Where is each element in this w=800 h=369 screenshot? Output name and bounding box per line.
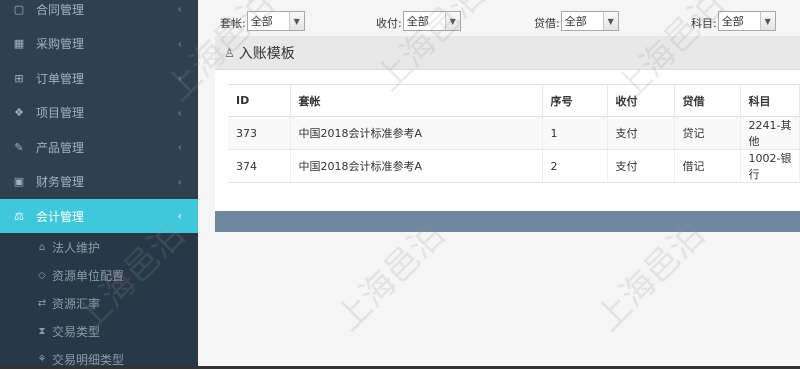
diamond-icon: ◇: [38, 269, 46, 281]
filter-label: 收付:: [376, 17, 402, 30]
panel-footer-bar: [215, 211, 800, 232]
chevron-left-icon: ‹: [177, 37, 182, 51]
sidebar-item-label: 产品管理: [36, 140, 85, 155]
sidebar-item-project[interactable]: ❖ 项目管理 ‹: [0, 96, 198, 131]
sidebar-item-label: 会计管理: [36, 209, 85, 224]
bank-icon: ⌂: [38, 241, 46, 253]
panel-title: 入账模板: [238, 45, 295, 62]
edit-icon: ✎: [14, 140, 24, 154]
cell-debit-credit: 借记: [674, 149, 741, 183]
account-set-select[interactable]: 全部 ▼: [246, 11, 305, 31]
sidebar-subitem-resource-unit[interactable]: ◇ 资源单位配置: [0, 261, 198, 289]
sidebar-subitem-label: 交易明细类型: [52, 352, 125, 367]
posting-template-panel: ♙ 入账模板 ID 套帐 序号 收付 贷借 科目 373 中国2018会计标准参…: [215, 36, 800, 232]
cell-id: 374: [228, 149, 291, 183]
sidebar-item-purchase[interactable]: ▦ 采购管理 ‹: [0, 27, 198, 62]
chevron-down-icon: ▼: [288, 12, 304, 30]
main-content: 套帐: 全部 ▼ 收付: 全部 ▼ 贷借: 全部 ▼ 科目: 全部 ▼ ♙ 入账…: [198, 0, 800, 369]
select-value: 全部: [564, 15, 587, 28]
chevron-left-icon: ‹: [177, 2, 182, 16]
cubes-icon: ❖: [14, 106, 24, 120]
chevron-down-icon: ▼: [602, 12, 618, 30]
filter-debit-credit: 贷借: 全部 ▼: [534, 11, 619, 31]
cell-id: 373: [228, 116, 291, 150]
filter-account-set: 套帐: 全部 ▼: [220, 11, 305, 31]
cell-payment: 支付: [607, 149, 675, 183]
panel-header: ♙ 入账模板: [215, 36, 800, 70]
column-header-payment[interactable]: 收付: [607, 84, 675, 117]
cell-account-set: 中国2018会计标准参考A: [290, 116, 543, 150]
cell-payment: 支付: [607, 116, 675, 150]
sidebar-item-contract[interactable]: ▢ 合同管理 ‹: [0, 0, 198, 27]
table-row[interactable]: 374 中国2018会计标准参考A 2 支付 借记 1002-银行: [228, 149, 800, 183]
sidebar-item-label: 采购管理: [36, 37, 85, 52]
chevron-left-icon: ‹: [177, 140, 182, 154]
sidebar-subitem-label: 资源汇率: [52, 296, 101, 311]
filter-subject: 科目: 全部 ▼: [691, 11, 776, 31]
exchange-icon: ⇄: [37, 297, 47, 309]
column-header-subject[interactable]: 科目: [740, 84, 800, 117]
cell-debit-credit: 贷记: [674, 116, 741, 150]
cell-sequence: 1: [542, 116, 608, 150]
payment-select[interactable]: 全部 ▼: [402, 11, 461, 31]
chevron-down-icon: ▼: [759, 12, 775, 30]
hourglass-icon: ⧗: [38, 325, 46, 337]
sidebar-item-label: 合同管理: [36, 2, 85, 17]
chevron-left-icon: ‹: [177, 209, 182, 223]
select-value: 全部: [721, 15, 744, 28]
cell-account-set: 中国2018会计标准参考A: [290, 149, 543, 183]
chevron-left-icon: ‹: [177, 175, 182, 189]
sidebar-item-product[interactable]: ✎ 产品管理 ‹: [0, 130, 198, 165]
chevron-left-icon: ‹: [177, 71, 182, 85]
debit-credit-select[interactable]: 全部 ▼: [560, 11, 619, 31]
app-window: ▢ 合同管理 ‹ ▦ 采购管理 ‹ ⊞ 订单管理 ‹ ❖ 项目管理 ‹ ✎ 产品…: [0, 0, 800, 369]
column-header-account-set[interactable]: 套帐: [290, 84, 543, 117]
column-header-debit-credit[interactable]: 贷借: [674, 84, 741, 117]
filter-label: 贷借:: [534, 17, 560, 30]
sidebar-item-order[interactable]: ⊞ 订单管理 ‹: [0, 61, 198, 96]
sidebar-subitem-legal-entity[interactable]: ⌂ 法人维护: [0, 233, 198, 261]
filter-label: 套帐:: [220, 17, 246, 30]
sidebar-item-label: 项目管理: [36, 106, 85, 121]
cell-subject: 2241-其他: [740, 116, 800, 150]
filter-payment: 收付: 全部 ▼: [376, 11, 461, 31]
sidebar-subitem-label: 法人维护: [52, 240, 101, 255]
posting-template-table: ID 套帐 序号 收付 贷借 科目 373 中国2018会计标准参考A 1 支付: [228, 84, 800, 183]
balance-scale-icon: ⚖: [14, 209, 24, 223]
money-icon: ▣: [13, 175, 25, 189]
sidebar-item-label: 订单管理: [36, 71, 85, 86]
cell-sequence: 2: [542, 149, 608, 183]
sitemap-icon: ⚘: [37, 353, 47, 365]
sidebar-subitem-label: 交易类型: [52, 324, 101, 339]
sidebar-subitem-exchange-rate[interactable]: ⇄ 资源汇率: [0, 289, 198, 317]
filter-bar: 套帐: 全部 ▼ 收付: 全部 ▼ 贷借: 全部 ▼ 科目: 全部 ▼: [198, 8, 800, 36]
sidebar-item-accounting[interactable]: ⚖ 会计管理 ‹: [0, 199, 198, 233]
document-icon: ▢: [13, 2, 25, 16]
column-header-sequence[interactable]: 序号: [542, 84, 608, 117]
grid-icon: ▦: [13, 37, 25, 51]
sidebar-submenu: ⌂ 法人维护 ◇ 资源单位配置 ⇄ 资源汇率 ⧗ 交易类型 ⚘ 交易明细类型: [0, 233, 198, 369]
filter-label: 科目:: [691, 17, 717, 30]
chevron-down-icon: ▼: [444, 12, 460, 30]
table-row[interactable]: 373 中国2018会计标准参考A 1 支付 贷记 2241-其他: [228, 116, 800, 150]
user-icon: ♙: [224, 45, 235, 60]
select-value: 全部: [406, 15, 429, 28]
column-header-id[interactable]: ID: [228, 84, 291, 117]
sidebar-item-label: 财务管理: [36, 175, 85, 190]
subject-select[interactable]: 全部 ▼: [717, 11, 776, 31]
table-header-row: ID 套帐 序号 收付 贷借 科目: [228, 84, 800, 117]
cart-icon: ⊞: [14, 71, 24, 85]
cell-subject: 1002-银行: [740, 149, 800, 183]
sidebar: ▢ 合同管理 ‹ ▦ 采购管理 ‹ ⊞ 订单管理 ‹ ❖ 项目管理 ‹ ✎ 产品…: [0, 0, 198, 369]
sidebar-subitem-transaction-type[interactable]: ⧗ 交易类型: [0, 317, 198, 345]
chevron-left-icon: ‹: [177, 106, 182, 120]
sidebar-subitem-label: 资源单位配置: [52, 268, 125, 283]
select-value: 全部: [250, 15, 273, 28]
sidebar-item-finance[interactable]: ▣ 财务管理 ‹: [0, 165, 198, 200]
